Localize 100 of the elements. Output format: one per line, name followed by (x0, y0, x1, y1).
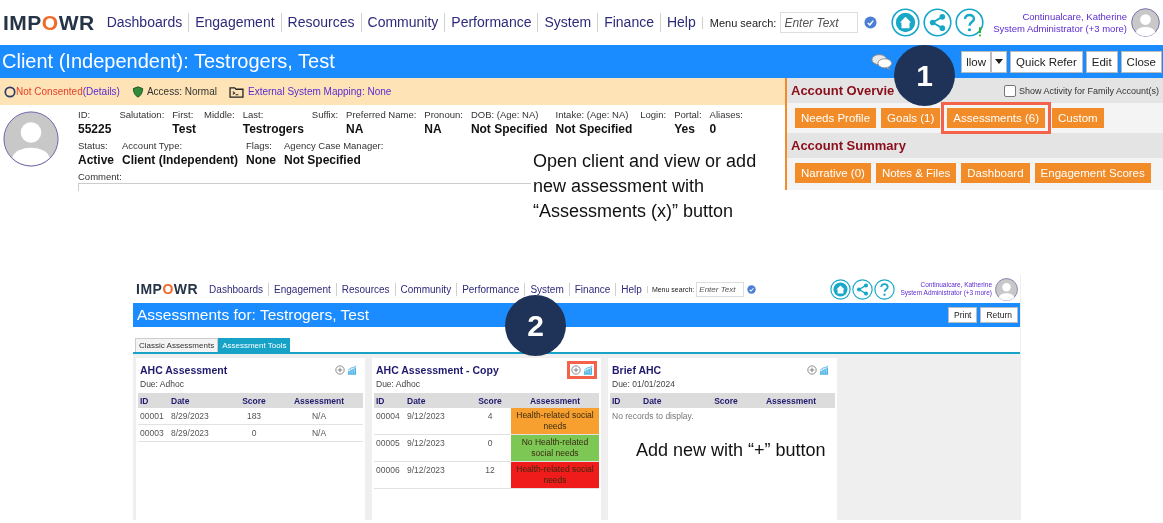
column-header: Score (713, 395, 739, 406)
comment-field[interactable] (78, 183, 531, 191)
field-label: Login: (640, 109, 667, 120)
nav-link[interactable]: Finance (597, 13, 660, 32)
logo[interactable]: IMPOWR (136, 281, 199, 297)
dropdown-button[interactable] (991, 50, 1008, 73)
bar-chart-icon[interactable] (819, 365, 829, 375)
instruction-text: Open client and view or add new assessment with “Assessments (x)” button (533, 150, 758, 223)
bar-chart-icon[interactable] (347, 365, 357, 375)
ring-icon (4, 85, 16, 98)
column-header: ID (139, 395, 150, 406)
field-value: Not Specified (470, 122, 548, 136)
table-cell: Health-related social needs (511, 408, 599, 435)
table-cell-text: 12 (484, 464, 496, 478)
column-header: Assessment (292, 395, 346, 406)
action-button[interactable]: llow (961, 50, 992, 73)
nav-link[interactable]: Engagement (188, 13, 281, 32)
field-label: Aliases: (709, 109, 743, 120)
card-title: AHC Assessment (140, 364, 228, 376)
nav-link[interactable]: Help (659, 13, 702, 32)
table-cell-text: 8/29/2023 (171, 427, 210, 440)
nav-link[interactable]: Community (394, 282, 457, 296)
column-header: Date (643, 395, 663, 406)
bar-chart-icon[interactable] (583, 365, 593, 375)
nav-link[interactable]: Performance (444, 13, 538, 32)
due-date: Due: 01/01/2024 (611, 378, 676, 391)
field-value: 0 (709, 122, 718, 136)
column-header: Assessment (528, 395, 582, 406)
table-cell-text: 00005 (375, 437, 401, 451)
table-cell-text: 0 (486, 437, 494, 451)
card-title: AHC Assessment - Copy (376, 364, 499, 376)
go-icon[interactable] (747, 284, 757, 294)
field-label: Middle: (204, 109, 235, 120)
go-icon[interactable] (864, 16, 878, 29)
checkbox[interactable] (1003, 84, 1016, 97)
logo[interactable]: IMPOWR (3, 10, 95, 35)
share-icon[interactable] (923, 8, 953, 37)
tab[interactable]: Classic Assessments (135, 338, 219, 352)
home-icon[interactable] (830, 278, 852, 300)
chat-icon[interactable] (871, 53, 894, 70)
help-icon[interactable] (955, 8, 985, 37)
field-value: None (246, 153, 277, 167)
nav-link[interactable]: Resources (280, 13, 361, 32)
add-icon[interactable] (571, 365, 581, 375)
action-button[interactable]: Print (948, 307, 978, 323)
nav-link[interactable]: System (524, 282, 569, 296)
nav-link[interactable]: Resources (335, 282, 395, 296)
field-value: Testrogers (242, 122, 304, 136)
nav-link[interactable]: Finance (568, 282, 616, 296)
section-title: Account Summary (791, 138, 906, 153)
nav-link[interactable]: Engagement (268, 282, 336, 296)
column-header: ID (375, 395, 386, 406)
field-label: Last: (242, 109, 265, 120)
nav-link[interactable]: Dashboards (100, 13, 189, 32)
section-title: Account Overvie (791, 83, 895, 98)
table-cell-text: 9/12/2023 (407, 437, 446, 451)
add-icon[interactable] (335, 365, 345, 375)
field-label: DOB: (Age: NA) (470, 109, 540, 120)
home-icon[interactable] (891, 8, 921, 37)
help-icon[interactable] (874, 278, 896, 300)
table-cell-text: 0 (250, 427, 258, 440)
details-link[interactable]: (Details) (82, 86, 120, 97)
due-date: Due: Adhoc (139, 378, 185, 391)
field-label: Agency Case Manager: (284, 140, 384, 151)
nav-link[interactable]: Community (360, 13, 445, 32)
avatar-icon[interactable] (995, 277, 1018, 301)
avatar-icon[interactable] (1131, 8, 1160, 37)
field-label: Intake: (Age: NA) (555, 109, 630, 120)
table-cell-text: 9/12/2023 (407, 464, 446, 478)
share-icon[interactable] (852, 278, 874, 300)
nav-link[interactable]: Help (615, 282, 647, 296)
action-button[interactable]: Return (980, 307, 1018, 323)
action-button[interactable]: Edit (1085, 50, 1118, 73)
column-header: Score (477, 395, 503, 406)
access-status: Access: Normal (146, 86, 217, 97)
shield-icon (131, 85, 144, 98)
page-title: Client (Independent): Testrogers, Test (1, 50, 335, 73)
table-cell-text: 4 (486, 410, 494, 423)
field-value: Test (172, 122, 197, 136)
column-header: Assessment (764, 395, 818, 406)
table-cell-text: 8/29/2023 (171, 410, 210, 423)
user-name[interactable]: Continualcare, Katherine (1022, 10, 1127, 23)
search-field[interactable]: Enter Text (696, 281, 745, 297)
nav-link[interactable]: Dashboards (204, 282, 269, 296)
add-icon[interactable] (807, 365, 817, 375)
mapping-link[interactable]: External System Mapping: None (247, 86, 392, 97)
field-label: ID: (78, 109, 92, 120)
field-label: Pronoun: (424, 109, 463, 120)
user-role[interactable]: System Administrator (+3 more) (993, 22, 1127, 35)
empty-message: No records to display. (611, 410, 695, 423)
column-header: Score (241, 395, 267, 406)
field-value: Not Specified (284, 153, 362, 167)
checkbox-label: Show Activity for Family Account(s) (1018, 85, 1159, 96)
action-button[interactable]: Close (1120, 50, 1162, 73)
consent-status: Not Consented (16, 86, 83, 97)
field-label: Portal: (674, 109, 702, 120)
nav-link[interactable]: System (537, 13, 598, 32)
action-button[interactable]: Quick Refer (1010, 50, 1083, 73)
search-field[interactable]: Enter Text (780, 12, 859, 33)
nav-link[interactable]: Performance (456, 282, 525, 296)
